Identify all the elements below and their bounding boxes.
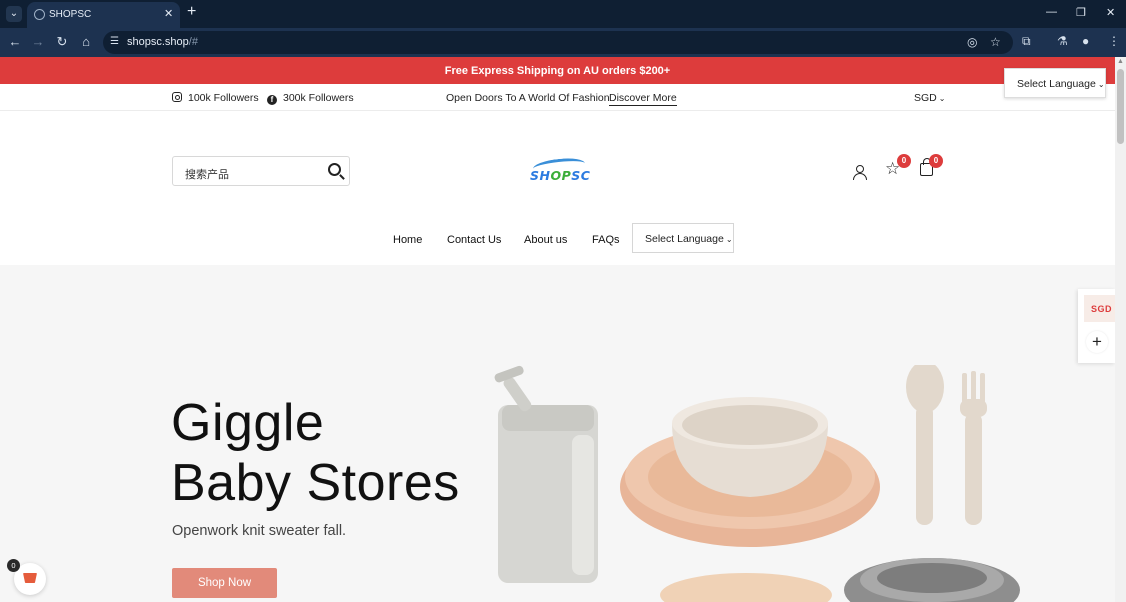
scroll-up-arrow-icon[interactable]: ▲ — [1117, 58, 1124, 65]
shop-now-button[interactable]: Shop Now — [172, 568, 277, 598]
account-user-icon[interactable] — [853, 165, 867, 180]
top-info-bar: 100k Followers f 300k Followers Open Door… — [0, 84, 1115, 111]
bookmark-star-icon[interactable]: ☆ — [990, 35, 1001, 49]
side-currency-tag[interactable]: SGD — [1084, 295, 1115, 322]
side-currency-widget: SGD + — [1078, 289, 1115, 363]
nav-language-label: Select Language — [645, 233, 724, 245]
globe-icon — [34, 9, 45, 20]
labs-flask-icon[interactable]: ⚗ — [1057, 34, 1068, 48]
facebook-followers: 300k Followers — [283, 92, 354, 104]
chevron-down-icon: ⌄ — [725, 235, 733, 244]
search-icon[interactable] — [328, 163, 341, 176]
facebook-link[interactable]: f 300k Followers — [267, 92, 354, 105]
new-tab-button[interactable]: + — [187, 4, 196, 20]
nav-about-us[interactable]: About us — [524, 234, 567, 246]
sippy-cup-illustration — [494, 365, 598, 583]
nav-contact-us[interactable]: Contact Us — [447, 234, 501, 246]
language-dropdown-label: Select Language — [1017, 78, 1096, 90]
eye-off-icon[interactable]: ◎ — [967, 35, 977, 49]
plate-and-bowl-illustration — [620, 397, 880, 547]
spoon-and-fork-illustration — [906, 365, 987, 525]
floating-cart-count-badge: 0 — [7, 559, 20, 572]
nav-faqs[interactable]: FAQs — [592, 234, 620, 246]
hero-banner: Giggle Baby Stores Openwork knit sweater… — [0, 265, 1115, 602]
profile-icon[interactable]: ● — [1082, 34, 1089, 48]
site-header: 搜索产品 SHOPSC ☆ 0 0 Home Contact Us About … — [0, 111, 1115, 265]
nav-language-select[interactable]: Select Language ⌄ — [632, 223, 734, 253]
instagram-followers: 100k Followers — [188, 92, 259, 104]
wishlist-count-badge: 0 — [897, 154, 911, 168]
promo-bar: Free Express Shipping on AU orders $200+ — [0, 57, 1115, 84]
forward-arrow-icon[interactable]: → — [30, 34, 46, 49]
chevron-down-icon: ⌄ — [938, 94, 946, 103]
page-scrollbar[interactable]: ▲ — [1115, 57, 1126, 602]
minimize-icon[interactable]: — — [1046, 6, 1057, 18]
tagline: Open Doors To A World Of Fashion — [446, 92, 610, 104]
lid-illustration — [660, 573, 832, 602]
instagram-link[interactable]: 100k Followers — [172, 92, 259, 104]
back-arrow-icon[interactable]: ← — [7, 34, 23, 49]
logo-text: SHOPSC — [530, 168, 591, 183]
reload-icon[interactable]: ↻ — [54, 34, 70, 50]
hero-product-image — [494, 365, 1020, 602]
site-info-icon[interactable]: ☰ — [110, 36, 119, 47]
promo-text: Free Express Shipping on AU orders $200+ — [444, 65, 671, 77]
browser-tab-bar: ⌄ SHOPSC ✕ + — ❐ ✕ — [0, 0, 1126, 28]
hero-title-line1: Giggle — [171, 394, 325, 452]
home-icon[interactable]: ⌂ — [78, 34, 94, 49]
grey-dish-illustration — [844, 558, 1020, 602]
shopping-cart-icon — [23, 573, 37, 583]
currency-label: SGD — [914, 92, 937, 104]
extensions-icon[interactable]: ⧉ — [1022, 34, 1031, 49]
browser-toolbar: ← → ↻ ⌂ ☰ shopsc.shop/# ◎ ☆ ⧉ ⚗ ● ⋮ — [0, 28, 1126, 57]
search-placeholder: 搜索产品 — [185, 169, 229, 181]
facebook-icon: f — [267, 95, 277, 105]
nav-home[interactable]: Home — [393, 234, 422, 246]
currency-selector[interactable]: SGD ⌄ — [914, 92, 945, 104]
address-bar[interactable]: ☰ shopsc.shop/# ◎ ☆ — [103, 31, 1013, 54]
language-dropdown[interactable]: Select Language ⌄ — [1004, 68, 1106, 98]
hero-title-line2: Baby Stores — [171, 454, 460, 512]
discover-more-link[interactable]: Discover More — [609, 92, 677, 106]
tab-close-icon[interactable]: ✕ — [164, 7, 173, 20]
instagram-icon — [172, 92, 182, 102]
chevron-down-icon: ⌄ — [1097, 80, 1105, 89]
plus-icon[interactable]: + — [1086, 331, 1108, 353]
site-logo[interactable]: SHOPSC — [529, 156, 591, 185]
hero-title: Giggle Baby Stores — [171, 393, 460, 513]
browser-tab[interactable]: SHOPSC ✕ — [27, 2, 180, 28]
tab-search-chevron-icon[interactable]: ⌄ — [6, 6, 22, 22]
web-page: Free Express Shipping on AU orders $200+… — [0, 57, 1115, 602]
cart-count-badge: 0 — [929, 154, 943, 168]
close-window-icon[interactable]: ✕ — [1106, 6, 1115, 19]
tab-title: SHOPSC — [49, 9, 92, 20]
scroll-thumb[interactable] — [1117, 69, 1124, 144]
search-input[interactable]: 搜索产品 — [172, 156, 350, 186]
browser-menu-icon[interactable]: ⋮ — [1108, 34, 1120, 48]
hero-subtitle: Openwork knit sweater fall. — [172, 523, 347, 539]
restore-icon[interactable]: ❐ — [1076, 6, 1086, 19]
url-text: shopsc.shop/# — [127, 36, 198, 48]
